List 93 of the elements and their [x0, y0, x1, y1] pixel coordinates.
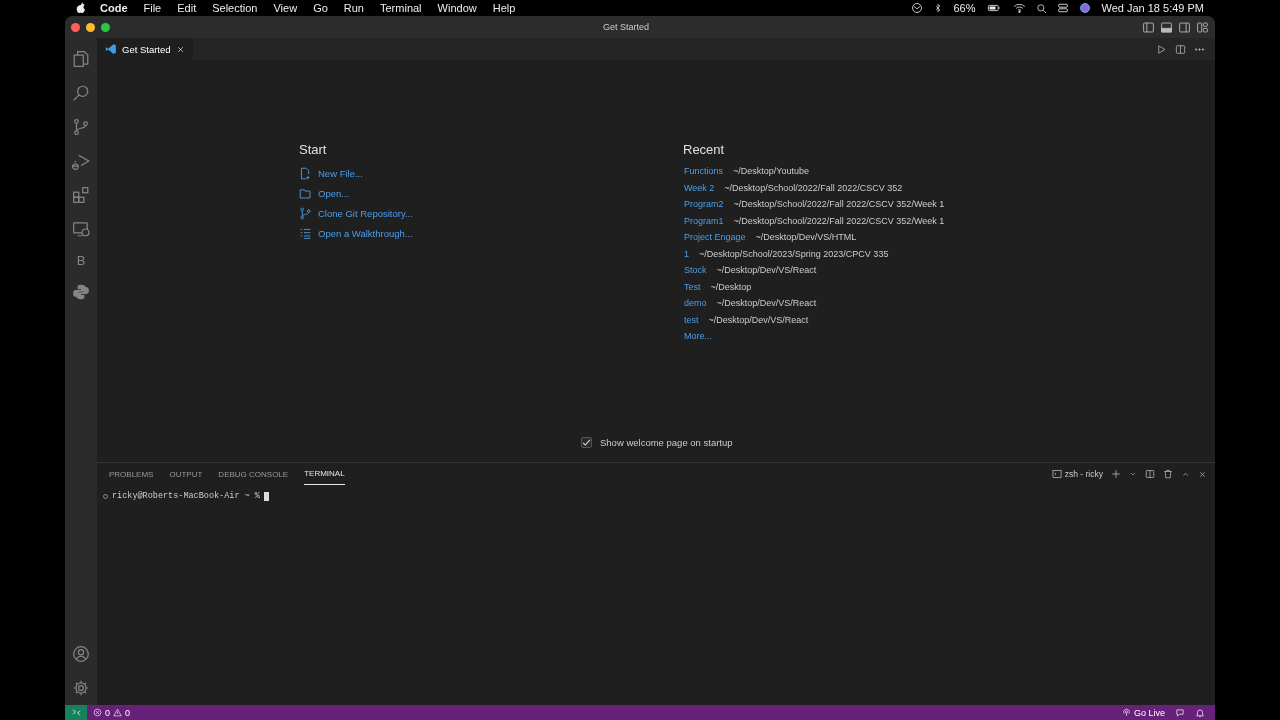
folder-path: ~/Desktop/Dev/VS/HTML [755, 232, 857, 243]
remote-icon [71, 708, 81, 717]
toggle-panel-icon[interactable] [1160, 20, 1173, 34]
menu-item[interactable]: Terminal [380, 2, 422, 14]
control-center-icon[interactable] [1057, 2, 1070, 14]
section-heading: Start [299, 142, 328, 157]
extension-letter-icon[interactable]: B [76, 253, 86, 268]
folder-path: ~/Desktop/School/2022/Fall 2022/CSCV 352/Week 1 [733, 199, 945, 210]
wifi-icon[interactable] [1013, 2, 1027, 14]
recent-folder-link[interactable]: Week 2 [684, 182, 715, 193]
menu-item[interactable]: Help [492, 2, 516, 14]
editor-tab[interactable]: Get Started [97, 38, 193, 60]
menu-item[interactable]: View [273, 2, 298, 14]
recent-folder-link[interactable]: Functions [684, 166, 724, 177]
feedback-icon[interactable] [1175, 707, 1185, 718]
recent-folder-link[interactable]: Project Engage [684, 232, 746, 243]
terminal-cursor [263, 491, 269, 501]
app-menu[interactable]: Code [100, 2, 128, 14]
menu-item[interactable]: Window [437, 2, 477, 14]
checkbox-label: Show welcome page on startup [600, 437, 733, 448]
folder-icon[interactable] [299, 186, 312, 200]
add-icon[interactable] [1111, 469, 1121, 479]
vscode-logo-icon [105, 43, 117, 55]
folder-path: ~/Desktop/Dev/VS/React [716, 265, 817, 276]
minimize-window-button[interactable] [86, 22, 95, 32]
new-file-icon[interactable] [299, 166, 312, 180]
start-link[interactable]: Open a Walkthrough... [318, 227, 413, 239]
toggle-secondary-sidebar-icon[interactable] [1178, 20, 1191, 34]
remote-explorer-icon[interactable] [72, 220, 90, 238]
warning-icon [113, 708, 122, 717]
window-title: Get Started [603, 22, 649, 32]
recent-folder-link[interactable]: demo [684, 298, 707, 309]
terminal-prompt: ricky@Roberts-MacBook-Air ~ % [112, 491, 260, 501]
error-icon [93, 708, 102, 717]
start-link[interactable]: New File... [318, 167, 363, 179]
problems-button[interactable]: 0 0 [87, 707, 131, 718]
folder-path: ~/Desktop [710, 281, 752, 292]
folder-path: ~/Desktop/School/2022/Fall 2022/CSCV 352 [724, 182, 903, 193]
go-live-button[interactable]: Go Live [1121, 707, 1165, 718]
broadcast-icon [1121, 708, 1131, 717]
search-icon[interactable] [72, 84, 90, 102]
close-icon[interactable] [1198, 469, 1207, 479]
files-icon[interactable] [72, 50, 90, 68]
apple-logo-icon[interactable] [76, 2, 86, 14]
folder-path: ~/Desktop/Dev/VS/React [716, 298, 817, 309]
menu-item[interactable]: File [143, 2, 162, 14]
trash-icon[interactable] [1163, 469, 1173, 479]
recent-folder-link[interactable]: 1 [684, 248, 689, 259]
panel-tab[interactable]: OUTPUT [169, 463, 203, 485]
split-editor-icon[interactable] [1175, 43, 1186, 55]
menu-item[interactable]: Edit [177, 2, 197, 14]
recent-folder-link[interactable]: Program2 [684, 199, 724, 210]
chevron-down-icon[interactable] [1129, 470, 1137, 478]
menu-item[interactable]: Selection [212, 2, 258, 14]
python-icon[interactable] [72, 283, 90, 301]
checklist-icon[interactable] [299, 226, 312, 240]
panel-tab[interactable]: TERMINAL [304, 463, 345, 485]
recent-folder-link[interactable]: Program1 [684, 215, 724, 226]
search-icon[interactable] [1036, 2, 1048, 14]
source-control-icon[interactable] [299, 206, 312, 220]
folder-path: ~/Desktop/Youtube [733, 166, 809, 177]
section-heading: Recent [683, 142, 726, 157]
checkbox[interactable] [581, 437, 592, 448]
customize-layout-icon[interactable] [1196, 20, 1209, 34]
source-control-icon[interactable] [72, 118, 90, 136]
split-terminal-icon[interactable] [1145, 469, 1155, 479]
run-debug-icon[interactable] [72, 152, 90, 170]
menu-item[interactable]: Go [313, 2, 328, 14]
recent-folder-link[interactable]: Stock [684, 265, 707, 276]
recent-folder-link[interactable]: Test [684, 281, 701, 292]
zoom-window-button[interactable] [101, 22, 110, 32]
close-icon[interactable] [175, 44, 185, 54]
clock[interactable]: Wed Jan 18 5:49 PM [1101, 2, 1204, 14]
close-window-button[interactable] [71, 22, 80, 32]
run-icon[interactable] [1156, 43, 1167, 55]
folder-path: ~/Desktop/School/2022/Fall 2022/CSCV 352/Week 1 [733, 215, 945, 226]
terminal-name[interactable]: zsh - ricky [1064, 469, 1103, 479]
recent-folder-link[interactable]: test [684, 314, 699, 325]
bell-icon[interactable] [1195, 707, 1205, 718]
folder-path: ~/Desktop/Dev/VS/React [708, 314, 809, 325]
toggle-sidebar-icon[interactable] [1142, 20, 1155, 34]
folder-path: ~/Desktop/School/2023/Spring 2023/CPCV 335 [699, 248, 889, 259]
start-link[interactable]: Open... [318, 187, 350, 199]
panel-tab[interactable]: DEBUG CONSOLE [218, 463, 289, 485]
battery-percent: 66% [953, 2, 976, 14]
menu-item[interactable]: Run [343, 2, 364, 14]
panel-tab[interactable]: PROBLEMS [109, 463, 154, 485]
settings-icon[interactable] [72, 679, 90, 697]
account-icon[interactable] [72, 645, 90, 663]
terminal-icon[interactable] [1051, 469, 1062, 479]
more-link[interactable]: More... [684, 331, 712, 342]
extensions-icon[interactable] [72, 186, 90, 204]
start-link[interactable]: Clone Git Repository... [318, 207, 413, 219]
